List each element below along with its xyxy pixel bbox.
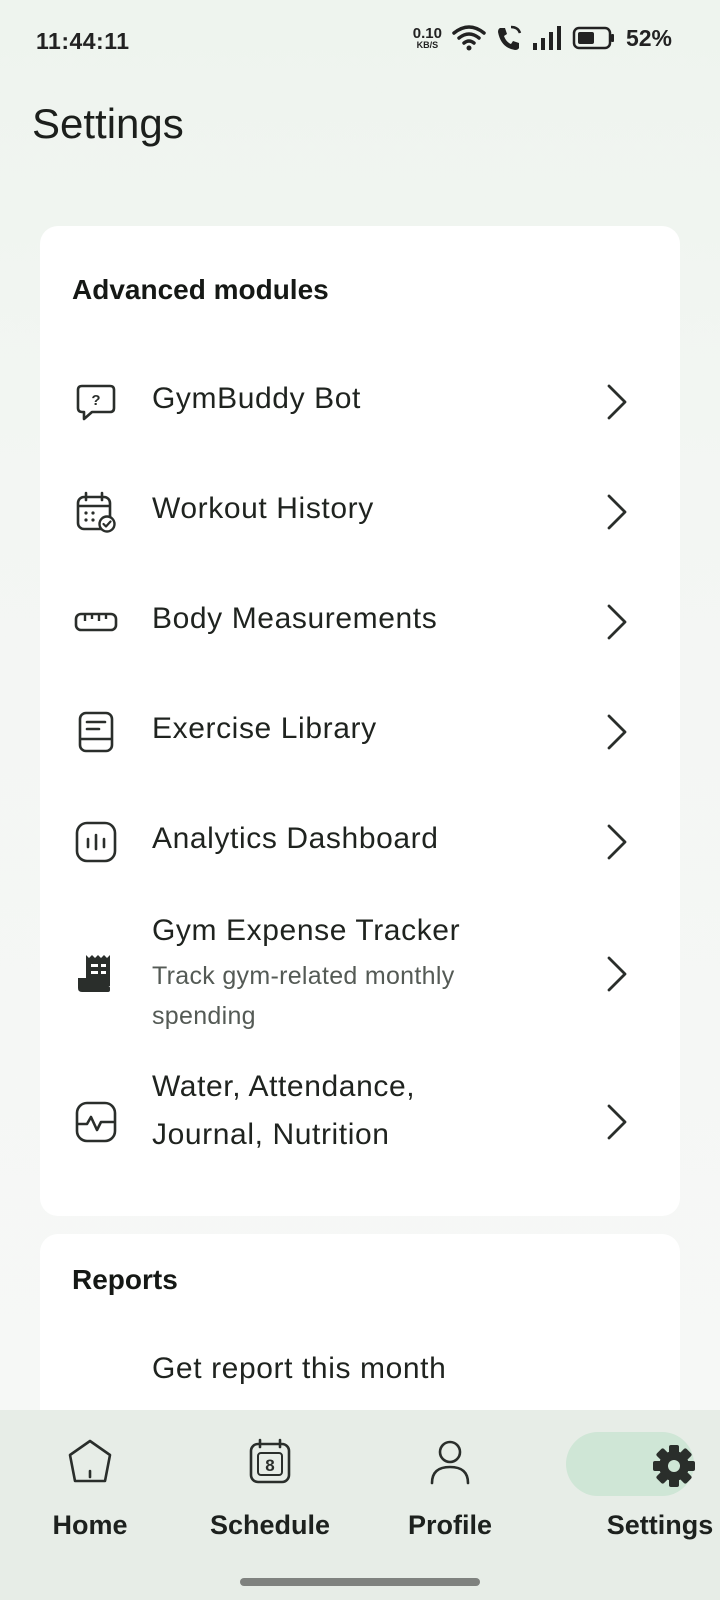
wifi-icon <box>452 25 486 51</box>
menu-item-label: Gym Expense Tracker <box>152 914 461 947</box>
menu-item-label-line1: Water, Attendance, <box>152 1070 416 1103</box>
page-title: Settings <box>32 100 184 147</box>
menu-item-get-report[interactable]: Get report this month <box>40 1338 680 1418</box>
status-bar: 11:44:11 0.10 KB/S 52% <box>0 0 720 84</box>
home-icon <box>68 1439 112 1483</box>
calendar-icon: 8 <box>249 1438 291 1484</box>
menu-item-water-attendance-journal-nutrition[interactable]: Water, Attendance, Journal, Nutrition <box>40 1056 680 1186</box>
menu-item-workout-history[interactable]: Workout History <box>40 456 680 568</box>
wifi-call-icon <box>497 25 522 50</box>
menu-item-label: Get report this month <box>152 1352 447 1385</box>
book-icon <box>78 711 114 753</box>
gear-icon <box>653 1445 695 1487</box>
receipt-icon <box>78 955 110 992</box>
menu-item-body-measurements[interactable]: Body Measurements <box>40 566 680 678</box>
calendar-badge: 8 <box>265 1456 274 1475</box>
bar-chart-icon <box>75 821 117 863</box>
menu-item-label: GymBuddy Bot <box>152 382 361 415</box>
chat-question-icon: ? <box>76 384 116 421</box>
section-title-reports: Reports <box>72 1264 178 1295</box>
chevron-right-icon <box>607 1104 627 1140</box>
menu-item-label: Analytics Dashboard <box>152 822 439 855</box>
person-icon <box>430 1440 470 1485</box>
chevron-right-icon <box>607 384 627 420</box>
gesture-bar[interactable] <box>240 1578 480 1586</box>
status-time: 11:44:11 <box>36 28 130 54</box>
calendar-check-icon <box>76 491 116 533</box>
chevron-right-icon <box>607 494 627 530</box>
chevron-right-icon <box>607 604 627 640</box>
nav-label: Settings <box>606 1510 714 1540</box>
network-speed: 0.10 KB/S <box>413 26 442 50</box>
network-speed-unit: KB/S <box>416 40 439 50</box>
chevron-right-icon <box>607 714 627 750</box>
bottom-nav: Home 8 Schedule Profile Settings <box>0 1410 720 1600</box>
menu-item-exercise-library[interactable]: Exercise Library <box>40 676 680 788</box>
nav-label: Home <box>52 1510 128 1540</box>
battery-icon <box>572 26 614 50</box>
nav-label: Schedule <box>209 1510 331 1540</box>
menu-item-label-line2: Journal, Nutrition <box>152 1118 390 1151</box>
menu-item-label: Exercise Library <box>152 712 377 745</box>
status-icons: 0.10 KB/S 52% <box>413 24 672 52</box>
chevron-right-icon <box>607 824 627 860</box>
battery-percent: 52% <box>625 24 672 51</box>
nav-item-profile[interactable]: Profile <box>360 1410 540 1560</box>
nav-item-settings[interactable]: Settings <box>540 1410 720 1560</box>
network-speed-value: 0.10 <box>412 25 442 42</box>
signal-icon <box>532 26 561 50</box>
menu-item-gym-expense-tracker[interactable]: Gym Expense Tracker Track gym-related mo… <box>40 898 680 1046</box>
reports-card: Reports Get report this month <box>40 1234 680 1434</box>
chevron-right-icon <box>607 956 627 992</box>
ruler-icon <box>74 612 118 632</box>
nav-label: Profile <box>407 1510 493 1540</box>
nav-item-schedule[interactable]: 8 Schedule <box>180 1410 360 1560</box>
menu-item-gymbuddy-bot[interactable]: ? GymBuddy Bot <box>40 346 680 458</box>
menu-item-label: Body Measurements <box>152 602 438 635</box>
menu-item-analytics-dashboard[interactable]: Analytics Dashboard <box>40 786 680 898</box>
menu-item-subtitle: Track gym-related monthly spending <box>152 962 455 1030</box>
advanced-modules-card: Advanced modules ? GymBuddy Bot Workout … <box>40 226 680 1216</box>
nav-item-home[interactable]: Home <box>0 1410 180 1560</box>
svg-text:?: ? <box>91 392 100 409</box>
pulse-icon <box>75 1101 117 1143</box>
menu-item-label: Workout History <box>152 492 374 525</box>
section-title-advanced: Advanced modules <box>72 274 329 305</box>
